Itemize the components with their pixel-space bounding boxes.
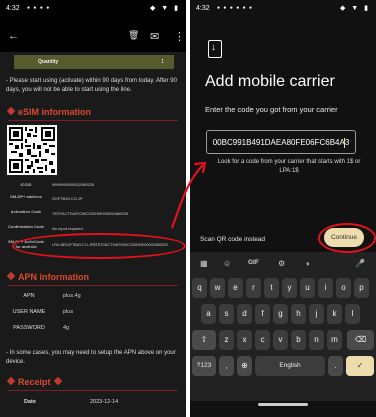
keyboard: ▦ ☺ GIF ⚙ ◐ 🎤 q w e r t y u i o p a s d …	[190, 252, 376, 409]
mail-icon[interactable]: ✉	[150, 30, 159, 43]
diamond-bullet-icon	[6, 376, 16, 386]
status-bar: 4:32 ● ● ● ● ◆ ▼ ▮	[0, 0, 186, 20]
receipt-section-heading: Receipt	[6, 376, 65, 387]
delete-icon[interactable]: 🗑	[128, 30, 139, 41]
scan-qr-link[interactable]: Scan QR code instead	[200, 236, 265, 243]
home-indicator[interactable]	[258, 403, 308, 406]
keyboard-row-4: ?123 , ⊕ English . ✓	[190, 356, 376, 378]
qr-code-image	[7, 125, 57, 175]
sticker-icon[interactable]: ☺	[223, 259, 231, 268]
quantity-row: Quantity 1	[14, 55, 174, 69]
status-time: 4:32	[6, 5, 20, 12]
key-o[interactable]: o	[336, 278, 351, 298]
period-key[interactable]: .	[328, 356, 343, 376]
gesture-bar	[190, 401, 376, 409]
apn-row-password: PASSWORD 4g	[13, 325, 70, 331]
page-subtitle: Enter the code you got from your carrier	[205, 105, 338, 114]
key-e[interactable]: e	[228, 278, 243, 298]
gif-button[interactable]: GIF	[248, 259, 259, 266]
carrier-code-input[interactable]	[209, 135, 353, 149]
grid-icon[interactable]: ▦	[200, 259, 208, 268]
system-icons: ◆ ▼ ▮	[149, 5, 180, 12]
keyboard-row-1: q w e r t y u i o p	[190, 278, 376, 300]
code-hint: Look for a code from your carrier that s…	[217, 159, 361, 174]
microphone-icon[interactable]: 🎤	[355, 259, 365, 268]
divider	[8, 285, 178, 286]
apn-row-apn: APN plus.4g	[23, 293, 81, 299]
key-s[interactable]: s	[219, 304, 234, 324]
status-bar: 4:32 ● ● ● ● ● ● ◆ ▼ ▮	[190, 0, 376, 20]
divider	[8, 390, 178, 391]
apn-section-heading: APN information	[6, 271, 89, 282]
key-d[interactable]: d	[237, 304, 252, 324]
email-toolbar: ← 🗑 ✉ ⋮	[0, 26, 186, 48]
space-bar[interactable]: English	[255, 356, 325, 376]
diamond-bullet-icon	[6, 106, 16, 116]
text-caret	[344, 138, 345, 148]
back-arrow-icon[interactable]: ←	[8, 30, 19, 42]
diamond-bullet-icon	[6, 271, 16, 281]
symbols-key[interactable]: ?123	[192, 356, 216, 376]
diamond-bullet-icon	[53, 376, 62, 386]
key-g[interactable]: g	[273, 304, 288, 324]
date-value: 2023-12-14	[90, 399, 119, 405]
key-f[interactable]: f	[255, 304, 270, 324]
key-p[interactable]: p	[354, 278, 369, 298]
key-x[interactable]: x	[237, 330, 252, 350]
key-i[interactable]: i	[318, 278, 333, 298]
key-c[interactable]: c	[255, 330, 270, 350]
quantity-value: 1	[161, 59, 164, 65]
palette-icon[interactable]: ◐	[306, 259, 311, 268]
keyboard-row-2: a s d f g h j k l	[190, 304, 376, 326]
apn-notice: - In some cases, you may need to setup t…	[6, 350, 176, 365]
key-y[interactable]: y	[282, 278, 297, 298]
enter-check-key[interactable]: ✓	[346, 356, 374, 376]
system-icons: ◆ ▼ ▮	[339, 5, 370, 12]
key-a[interactable]: a	[201, 304, 216, 324]
key-h[interactable]: h	[291, 304, 306, 324]
key-b[interactable]: b	[291, 330, 306, 350]
divider	[8, 120, 178, 121]
more-options-icon[interactable]: ⋮	[174, 30, 185, 43]
key-r[interactable]: r	[246, 278, 261, 298]
backspace-key[interactable]: ⌫	[347, 330, 374, 350]
email-body: Quantity 1 - Please start using (activat…	[0, 52, 186, 417]
key-u[interactable]: u	[300, 278, 315, 298]
sim-download-icon	[208, 40, 222, 58]
carrier-code-field[interactable]	[206, 130, 356, 154]
key-v[interactable]: v	[273, 330, 288, 350]
activation-notice: - Please start using (activate) within 9…	[6, 78, 177, 93]
keyboard-toolbar: ▦ ☺ GIF ⚙ ◐ 🎤	[190, 252, 376, 275]
quantity-label: Quantity	[38, 59, 59, 65]
key-l[interactable]: l	[345, 304, 360, 324]
status-time: 4:32	[196, 5, 210, 12]
esim-section-heading: eSIM information	[6, 106, 91, 117]
apn-row-username: USER NAME plus	[12, 309, 74, 315]
key-k[interactable]: k	[327, 304, 342, 324]
page-title: Add mobile carrier	[205, 73, 335, 90]
key-w[interactable]: w	[210, 278, 225, 298]
settings-gear-icon[interactable]: ⚙	[278, 259, 285, 268]
key-t[interactable]: t	[264, 278, 279, 298]
shift-key[interactable]: ⇧	[192, 330, 216, 350]
globe-icon[interactable]: ⊕	[237, 356, 252, 376]
email-screen: 4:32 ● ● ● ● ◆ ▼ ▮ ← 🗑 ✉ ⋮ Quantity 1 - …	[0, 0, 186, 417]
key-m[interactable]: m	[327, 330, 342, 350]
keyboard-row-3: ⇧ z x c v b n m ⌫	[190, 330, 376, 352]
key-j[interactable]: j	[309, 304, 324, 324]
notification-dots: ● ● ● ●	[27, 5, 51, 11]
key-n[interactable]: n	[309, 330, 324, 350]
continue-button[interactable]: Continue	[324, 228, 364, 247]
date-label: Date	[24, 399, 36, 405]
add-carrier-screen: 4:32 ● ● ● ● ● ● ◆ ▼ ▮ Add mobile carrie…	[190, 0, 376, 417]
key-z[interactable]: z	[219, 330, 234, 350]
notification-dots: ● ● ● ● ● ●	[217, 5, 254, 11]
receipt-date-row: Date 2023-12-14	[6, 396, 180, 410]
comma-key[interactable]: ,	[219, 356, 234, 376]
key-q[interactable]: q	[192, 278, 207, 298]
